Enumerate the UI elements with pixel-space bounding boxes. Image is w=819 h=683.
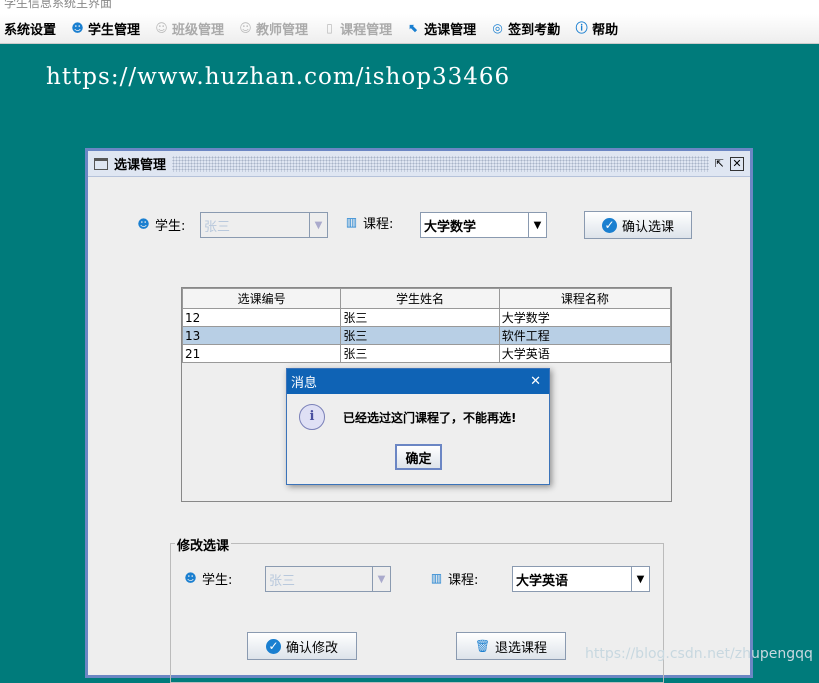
column-header[interactable]: 学生姓名: [341, 289, 499, 309]
menu-class-management[interactable]: ☺班级管理: [154, 19, 224, 38]
button-label: 确认选课: [622, 216, 674, 235]
menu-label: 签到考勤: [508, 19, 560, 38]
column-header[interactable]: 课程名称: [499, 289, 670, 309]
menu-teacher-management[interactable]: ☺教师管理: [238, 19, 308, 38]
course-label: ▥ 课程:: [344, 213, 393, 232]
menu-label: 学生管理: [88, 19, 140, 38]
window-title: 选课管理: [114, 154, 166, 173]
combo-value: 大学英语: [513, 567, 631, 591]
label-text: 课程:: [448, 569, 478, 588]
chevron-down-icon: ▼: [372, 567, 390, 591]
trash-icon: 🗑: [475, 639, 490, 654]
modify-selection-group: 修改选课 ☻学生: 张三▼ ▥课程: 大学英语▼ ✓确认修改 🗑退选课程: [170, 543, 664, 683]
menu-label: 选课管理: [424, 19, 476, 38]
withdraw-course-button[interactable]: 🗑 退选课程: [456, 632, 566, 660]
menu-system-settings[interactable]: 系统设置: [4, 19, 56, 38]
menu-attendance[interactable]: ◎签到考勤: [490, 19, 560, 38]
cell: 张三: [341, 327, 499, 345]
menu-label: 课程管理: [340, 19, 392, 38]
label-text: 课程:: [363, 213, 393, 232]
group-title: 修改选课: [175, 535, 231, 554]
button-label: 确认修改: [286, 637, 338, 656]
column-header[interactable]: 选课编号: [183, 289, 341, 309]
dialog-titlebar[interactable]: 消息 ✕: [287, 369, 549, 394]
modify-course-combo[interactable]: 大学英语▼: [512, 566, 650, 592]
sign-icon: ◎: [490, 21, 505, 36]
dialog-message: 已经选过这门课程了，不能再选!: [343, 409, 516, 426]
course-label: ▥ 课程:: [429, 569, 478, 588]
label-text: 学生:: [202, 569, 232, 588]
restore-icon[interactable]: ⇱: [715, 157, 724, 170]
check-icon: ✓: [266, 639, 281, 654]
menu-label: 班级管理: [172, 19, 224, 38]
confirm-modify-button[interactable]: ✓ 确认修改: [247, 632, 357, 660]
window-titlebar[interactable]: 选课管理 ⇱ ✕: [88, 151, 750, 177]
modify-student-combo[interactable]: 张三▼: [265, 566, 391, 592]
confirm-selection-button[interactable]: ✓ 确认选课: [584, 211, 692, 239]
watermark-url: https://www.huzhan.com/ishop33466: [46, 64, 510, 90]
student-icon: ☻: [183, 571, 198, 586]
student-icon: ☻: [136, 217, 151, 232]
menu-course-management[interactable]: ▯课程管理: [322, 19, 392, 38]
button-label: 退选课程: [495, 637, 547, 656]
menu-label: 系统设置: [4, 19, 56, 38]
cell: 软件工程: [499, 327, 670, 345]
menu-label: 教师管理: [256, 19, 308, 38]
menu-course-selection[interactable]: ⬉选课管理: [406, 19, 476, 38]
message-dialog: 消息 ✕ i 已经选过这门课程了，不能再选! 确定: [286, 368, 550, 485]
combo-value: 张三: [266, 567, 372, 591]
cell: 大学数学: [499, 309, 670, 327]
table-row[interactable]: 12张三大学数学: [183, 309, 671, 327]
student-label: ☻ 学生:: [183, 569, 232, 588]
dialog-title: 消息: [291, 372, 317, 391]
help-icon: ⓘ: [574, 21, 589, 36]
menu-help[interactable]: ⓘ帮助: [574, 19, 618, 38]
app-title: 学生信息系统主界面: [0, 0, 819, 14]
cursor-icon: ⬉: [406, 21, 421, 36]
cell: 张三: [341, 345, 499, 363]
student-icon: ☻: [70, 21, 85, 36]
chevron-down-icon: ▼: [528, 213, 546, 237]
cell: 21: [183, 345, 341, 363]
info-icon: i: [299, 404, 325, 430]
dialog-body: i 已经选过这门课程了，不能再选!: [287, 394, 549, 430]
close-icon[interactable]: ✕: [730, 157, 744, 171]
combo-value: 大学数学: [421, 213, 528, 237]
title-texture: [172, 156, 709, 172]
book-icon: ▥: [429, 571, 444, 586]
button-label: 确定: [405, 448, 431, 467]
student-label: ☻ 学生:: [136, 215, 185, 234]
close-icon[interactable]: ✕: [530, 374, 541, 389]
chevron-down-icon: ▼: [631, 567, 649, 591]
book-icon: ▯: [322, 21, 337, 36]
class-icon: ☺: [154, 21, 169, 36]
student-combo[interactable]: 张三▼: [200, 212, 328, 238]
cell: 13: [183, 327, 341, 345]
table-row[interactable]: 21张三大学英语: [183, 345, 671, 363]
book-icon: ▥: [344, 215, 359, 230]
cell: 张三: [341, 309, 499, 327]
menu-student-management[interactable]: ☻学生管理: [70, 19, 140, 38]
menu-bar: 系统设置 ☻学生管理 ☺班级管理 ☺教师管理 ▯课程管理 ⬉选课管理 ◎签到考勤…: [0, 14, 819, 44]
cell: 大学英语: [499, 345, 670, 363]
table-row[interactable]: 13张三软件工程: [183, 327, 671, 345]
course-combo[interactable]: 大学数学▼: [420, 212, 547, 238]
window-icon: [94, 158, 108, 170]
teacher-icon: ☺: [238, 21, 253, 36]
label-text: 学生:: [155, 215, 185, 234]
chevron-down-icon: ▼: [309, 213, 327, 237]
cell: 12: [183, 309, 341, 327]
combo-value: 张三: [201, 213, 309, 237]
csdn-watermark: https://blog.csdn.net/zhupengqq: [585, 646, 813, 662]
menu-label: 帮助: [592, 19, 618, 38]
ok-button[interactable]: 确定: [395, 444, 442, 470]
check-icon: ✓: [602, 218, 617, 233]
